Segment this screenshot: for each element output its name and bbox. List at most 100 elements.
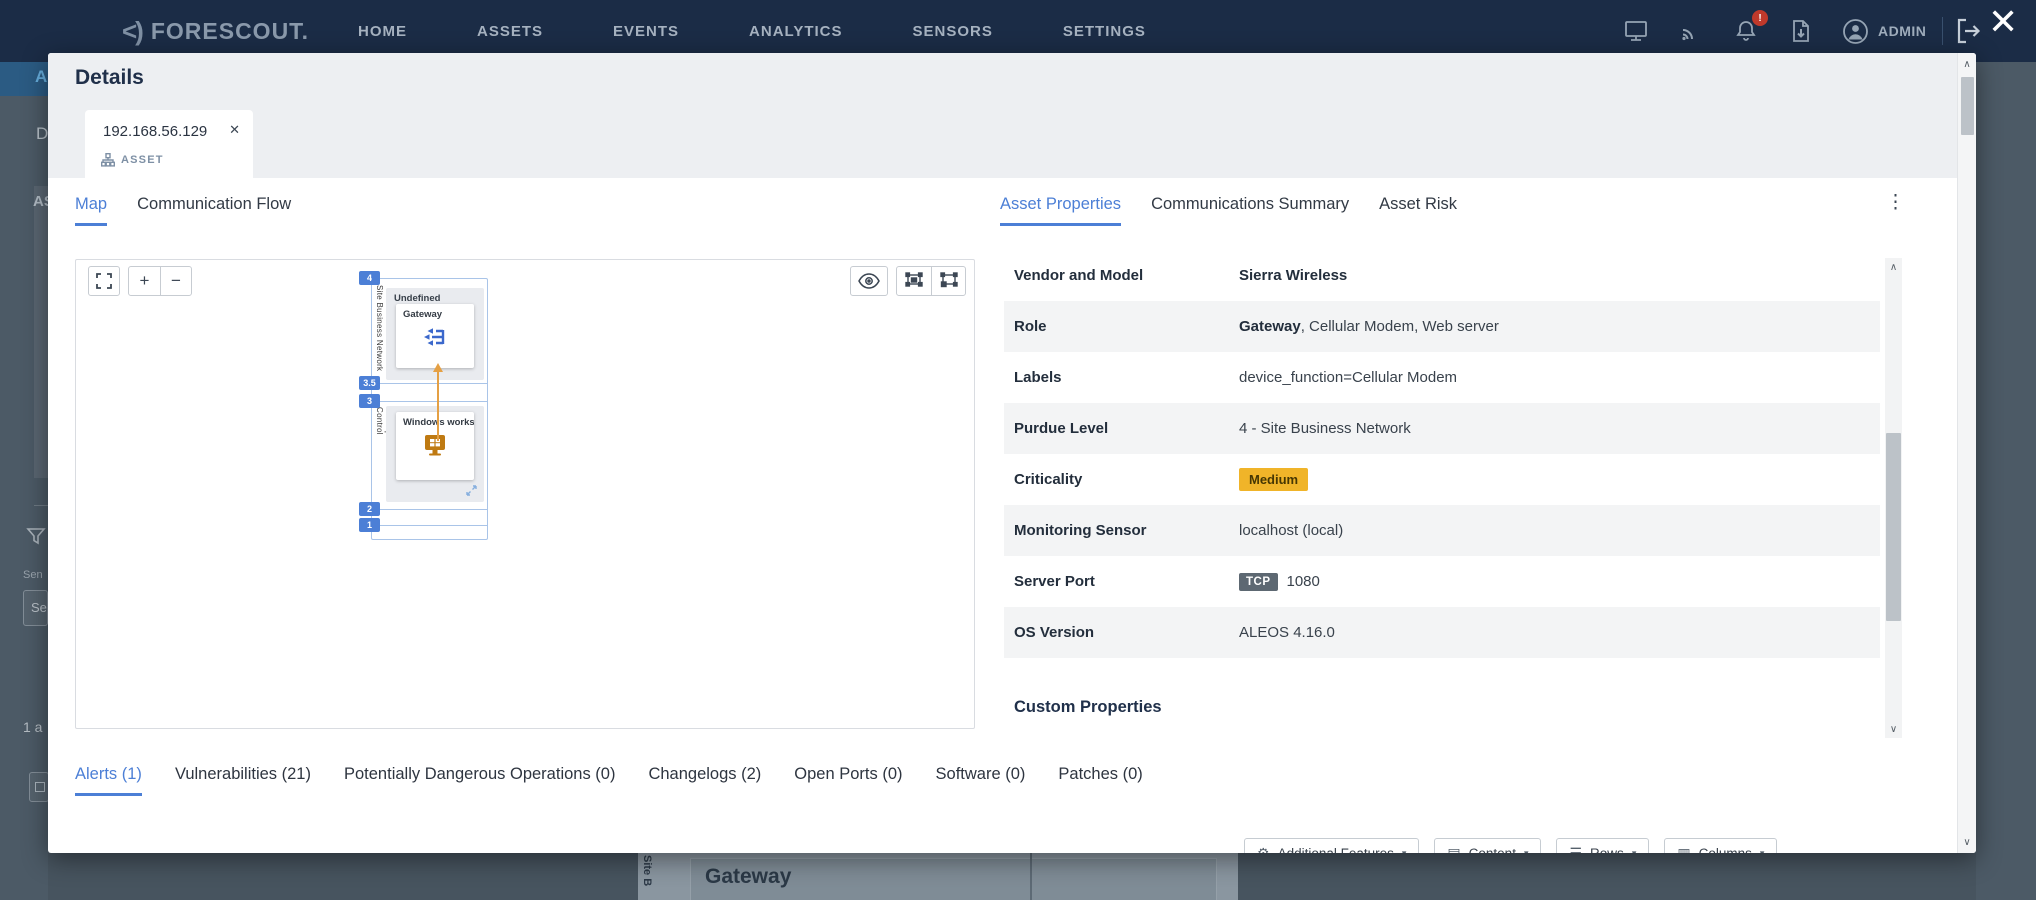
background-divider [34, 505, 48, 506]
rss-icon[interactable] [1677, 17, 1705, 45]
map-visibility-button[interactable] [850, 266, 888, 296]
purdue-level-badge[interactable]: 4 [359, 271, 380, 285]
scrollbar-thumb[interactable] [1886, 433, 1901, 621]
notifications-bell-icon[interactable]: ! [1732, 17, 1760, 45]
chevron-down-icon: ▾ [1632, 848, 1637, 854]
scroll-up-icon[interactable]: ∧ [1885, 258, 1902, 276]
tab-asset-risk[interactable]: Asset Risk [1379, 195, 1457, 226]
tab-alerts[interactable]: Alerts (1) [75, 765, 142, 796]
table-row: Server Port TCP1080 [1004, 556, 1880, 607]
monitor-icon[interactable] [1622, 17, 1650, 45]
lane-line [371, 509, 488, 510]
chevron-down-icon: ▾ [1524, 848, 1529, 854]
scroll-up-icon[interactable]: ∧ [1958, 55, 1976, 73]
nav-item-assets[interactable]: ASSETS [477, 23, 543, 40]
flow-connector [437, 372, 439, 441]
background-page-text: D [36, 124, 48, 144]
forescout-logo-text: FORESCOUT. [151, 18, 309, 45]
report-download-icon[interactable] [1787, 17, 1815, 45]
map-group-label: Undefined [386, 288, 484, 304]
background-select: Se [23, 590, 48, 626]
lane-line [371, 401, 488, 402]
map-tab-strip: Map Communication Flow [75, 195, 291, 226]
lane-line [371, 525, 488, 526]
map-canvas[interactable]: + − 4 3.5 3 2 1 Site Business Network Si… [75, 259, 975, 729]
fit-selection-button[interactable] [897, 267, 931, 295]
nav-item-home[interactable]: HOME [358, 23, 407, 40]
table-row: Monitoring Sensor localhost (local) [1004, 505, 1880, 556]
asset-type-row: ASSET [101, 153, 164, 167]
expand-icon[interactable] [466, 485, 477, 496]
background-node-box: Gateway [690, 858, 1217, 900]
logout-icon[interactable] [1954, 16, 1982, 46]
avatar-icon [1842, 18, 1869, 45]
tab-changelogs[interactable]: Changelogs (2) [648, 765, 761, 796]
nav-item-settings[interactable]: SETTINGS [1063, 23, 1146, 40]
background-map-card: Site B Gateway [638, 853, 1238, 900]
modal-title: Details [75, 66, 144, 90]
columns-button[interactable]: ▥ Columns ▾ [1664, 838, 1777, 853]
filter-icon [26, 526, 46, 546]
more-options-icon[interactable]: ⋮ [1886, 191, 1905, 214]
background-assets-bar-label: A [35, 67, 47, 87]
rows-button[interactable]: ☰ Rows ▾ [1556, 838, 1649, 853]
background-grid-line [1030, 853, 1032, 900]
purdue-level-badge[interactable]: 2 [359, 502, 380, 516]
eye-icon [858, 273, 880, 289]
tab-patches[interactable]: Patches (0) [1058, 765, 1142, 796]
map-fullscreen-button[interactable] [88, 266, 120, 296]
lane-line [371, 383, 488, 384]
tab-communication-flow[interactable]: Communication Flow [137, 195, 291, 226]
background-gateway-label: Gateway [705, 865, 791, 889]
tab-open-ports[interactable]: Open Ports (0) [794, 765, 902, 796]
table-row: Role Gateway, Cellular Modem, Web server [1004, 301, 1880, 352]
modal-close-icon[interactable]: ✕ [1988, 4, 2018, 40]
tab-potentially-dangerous-operations[interactable]: Potentially Dangerous Operations (0) [344, 765, 615, 796]
nav-item-events[interactable]: EVENTS [613, 23, 679, 40]
custom-properties-heading: Custom Properties [1014, 698, 1162, 717]
asset-detail-tab-strip: Asset Properties Communications Summary … [1000, 195, 1457, 226]
forescout-logo-mark: <) [122, 16, 142, 47]
user-menu[interactable]: ADMIN [1842, 18, 1926, 45]
asset-hierarchy-icon [101, 153, 115, 167]
purdue-level-badge[interactable]: 1 [359, 518, 380, 532]
background-lane-label: Site B [641, 855, 653, 886]
zoom-out-button[interactable]: − [160, 267, 191, 295]
additional-features-button[interactable]: ⚙ Additional Features ▾ [1244, 838, 1419, 853]
asset-properties-table: Vendor and Model Sierra Wireless Role Ga… [1004, 250, 1880, 658]
details-modal: Details 192.168.56.129 ✕ ASSET Map Commu… [48, 53, 1976, 853]
fit-all-button[interactable] [931, 267, 965, 295]
tab-vulnerabilities[interactable]: Vulnerabilities (21) [175, 765, 311, 796]
table-row: Criticality Medium [1004, 454, 1880, 505]
criticality-badge: Medium [1239, 468, 1308, 491]
scrollbar-thumb[interactable] [1961, 77, 1974, 135]
map-node-gateway[interactable]: Gateway [396, 304, 474, 368]
nav-divider [1942, 17, 1943, 45]
asset-tab[interactable]: 192.168.56.129 ✕ ASSET [85, 110, 253, 178]
flow-arrow-head [433, 363, 443, 372]
asset-tab-close-icon[interactable]: ✕ [229, 122, 240, 138]
asset-tab-ip: 192.168.56.129 [103, 123, 207, 140]
content-button[interactable]: ▤ Content ▾ [1434, 838, 1541, 853]
findings-tab-strip: Alerts (1) Vulnerabilities (21) Potentia… [75, 765, 1143, 796]
scroll-down-icon[interactable]: ∨ [1885, 720, 1902, 738]
purdue-level-badge[interactable]: 3 [359, 394, 380, 408]
table-scrollbar[interactable]: ∧ ∨ [1885, 258, 1902, 738]
fit-all-icon [940, 272, 958, 290]
nav-item-sensors[interactable]: SENSORS [913, 23, 993, 40]
purdue-level-badge[interactable]: 3.5 [359, 376, 380, 390]
background-checkbox [29, 772, 49, 802]
modal-scrollbar[interactable]: ∧ ∨ [1957, 53, 1976, 853]
table-row: OS Version ALEOS 4.16.0 [1004, 607, 1880, 658]
table-row: Purdue Level 4 - Site Business Network [1004, 403, 1880, 454]
scroll-down-icon[interactable]: ∨ [1958, 833, 1976, 851]
map-node-workstation[interactable]: Windows workstat... [396, 412, 474, 480]
tab-software[interactable]: Software (0) [936, 765, 1026, 796]
tab-communications-summary[interactable]: Communications Summary [1151, 195, 1349, 226]
tab-map[interactable]: Map [75, 195, 107, 226]
table-toolbar: ⚙ Additional Features ▾ ▤ Content ▾ ☰ Ro… [1244, 838, 1777, 853]
content-icon: ▤ [1447, 845, 1460, 854]
nav-item-analytics[interactable]: ANALYTICS [749, 23, 842, 40]
zoom-in-button[interactable]: + [129, 267, 160, 295]
tab-asset-properties[interactable]: Asset Properties [1000, 195, 1121, 226]
